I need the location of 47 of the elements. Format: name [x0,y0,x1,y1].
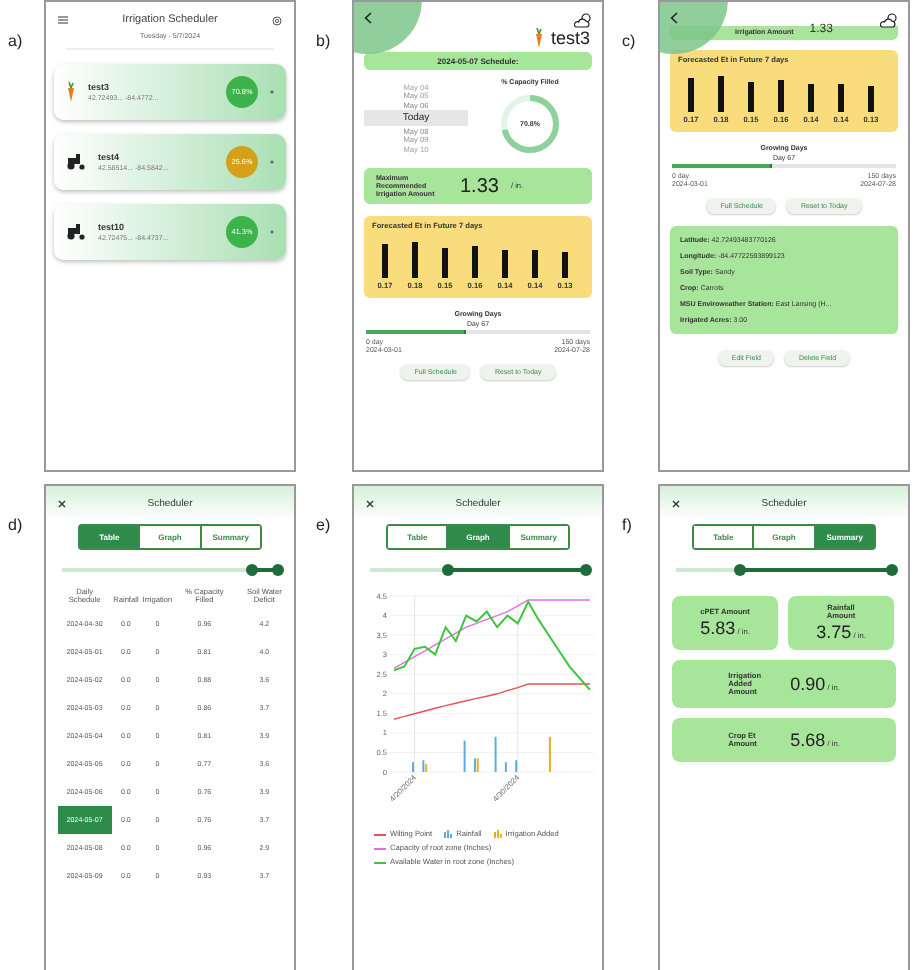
panel-label: f) [620,514,634,534]
panel-label: b) [314,30,333,50]
bar [868,86,874,112]
bar [748,82,754,112]
slider-handle[interactable] [580,564,592,576]
bar [718,76,724,112]
field-name: test3 [550,28,590,48]
bar [808,84,814,112]
settings-icon[interactable] [271,15,282,25]
slider-handle[interactable] [246,564,259,576]
slider-handle[interactable] [734,564,747,576]
back-icon[interactable] [364,12,372,24]
back-icon[interactable] [670,12,678,24]
slider-handle[interactable] [886,564,898,576]
panel-label: c) [620,30,638,50]
bar [472,246,478,278]
bar-legend-icon [444,830,453,838]
panel-label: e) [314,514,333,534]
panel-label: a) [6,30,25,50]
bar [532,250,538,278]
close-icon[interactable] [366,500,374,508]
carrot-icon [66,82,76,102]
bar [442,248,448,278]
amount-value: 5.83 [700,618,736,638]
close-icon[interactable] [58,500,66,508]
panel-label: d) [6,514,25,534]
bar [412,242,418,278]
slider-handle[interactable] [441,564,454,576]
amount-value: 5.68 [790,730,826,750]
bar [838,84,844,112]
close-icon[interactable] [672,500,680,508]
weather-icon[interactable] [574,12,592,28]
tractor-icon [66,224,86,240]
bar [502,250,508,278]
bar [688,78,694,112]
amount-value: 3.75 [816,622,852,642]
amount-value: 0.90 [790,674,826,694]
bar [778,80,784,112]
weather-icon[interactable] [880,12,898,28]
tractor-icon [66,154,86,170]
carrot-icon [534,28,545,48]
bar [382,244,388,278]
menu-icon[interactable] [58,16,68,24]
amount-value: 1.33 [460,175,499,197]
slider-handle[interactable] [272,564,284,576]
bar [562,252,568,278]
bar-legend-icon [493,830,502,838]
